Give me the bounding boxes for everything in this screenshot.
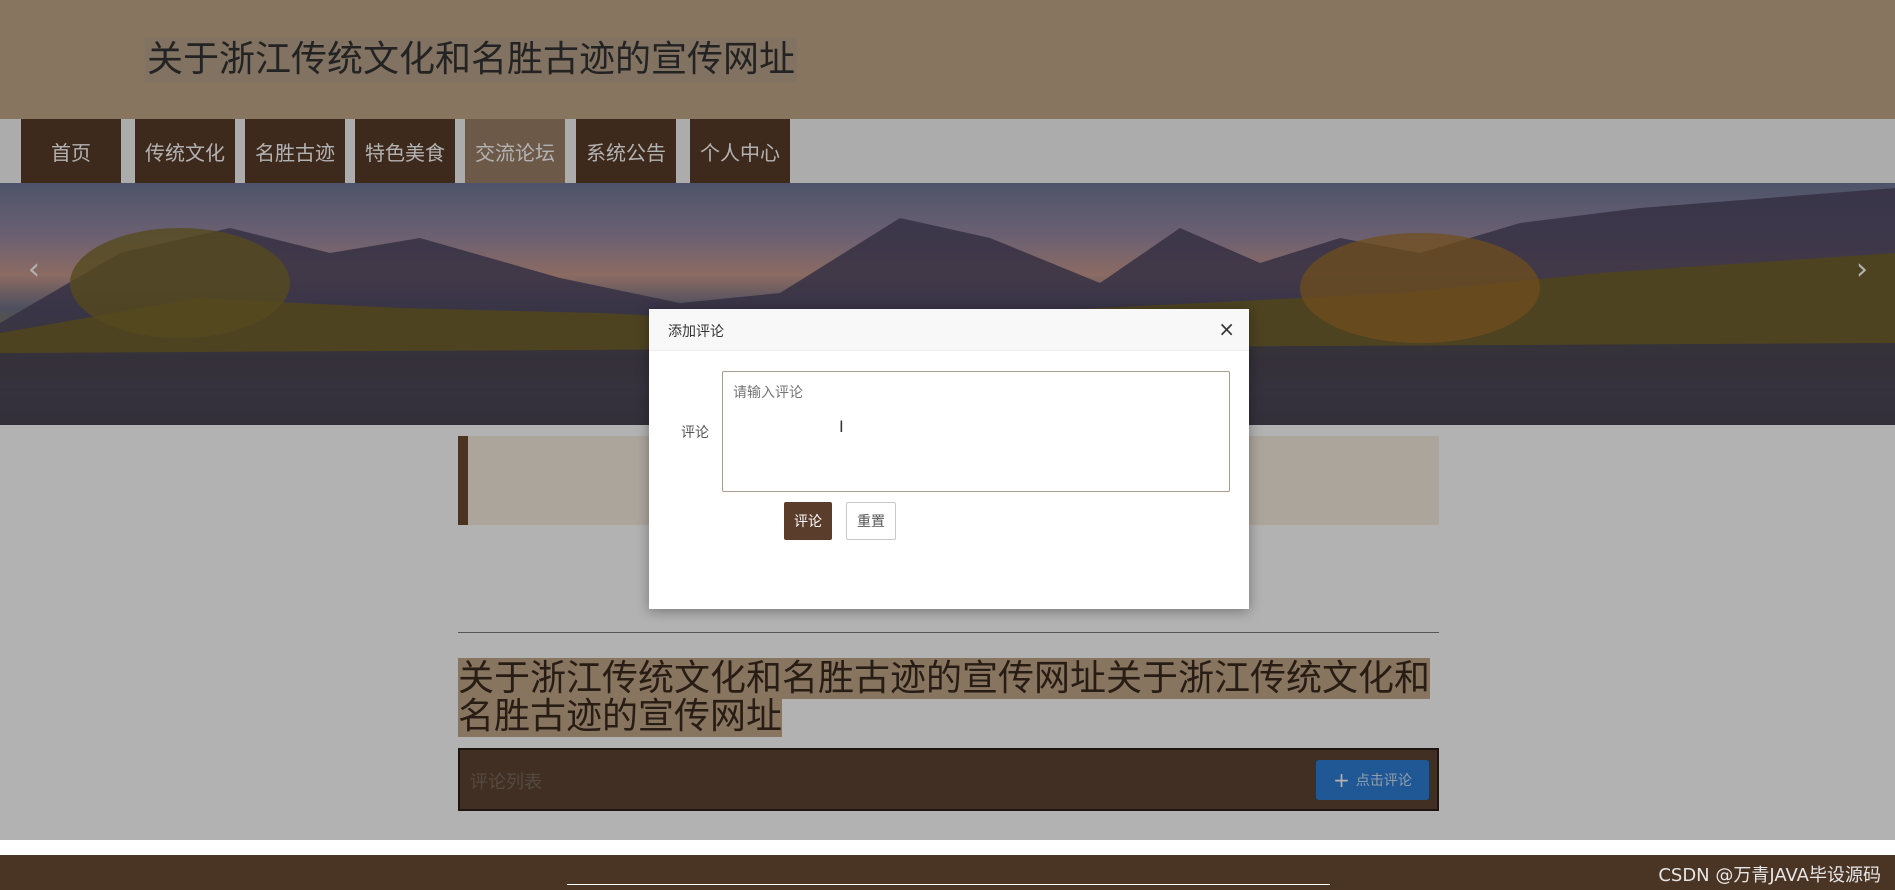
dialog-title: 添加评论 xyxy=(668,324,724,340)
site-footer: CSDN @万青JAVA毕设源码 xyxy=(0,855,1895,890)
reset-button[interactable]: 重置 xyxy=(846,502,896,540)
close-icon[interactable]: × xyxy=(1218,317,1235,341)
text-cursor-icon: I xyxy=(839,417,844,436)
comment-textarea[interactable] xyxy=(722,371,1230,492)
watermark: CSDN @万青JAVA毕设源码 xyxy=(1658,865,1881,886)
dialog-header: 添加评论 × xyxy=(649,309,1249,351)
footer-divider xyxy=(567,884,1330,885)
add-comment-dialog: 添加评论 × 评论 I 评论 重置 xyxy=(649,309,1249,609)
comment-field-label: 评论 xyxy=(681,425,709,441)
submit-comment-button[interactable]: 评论 xyxy=(784,502,832,540)
